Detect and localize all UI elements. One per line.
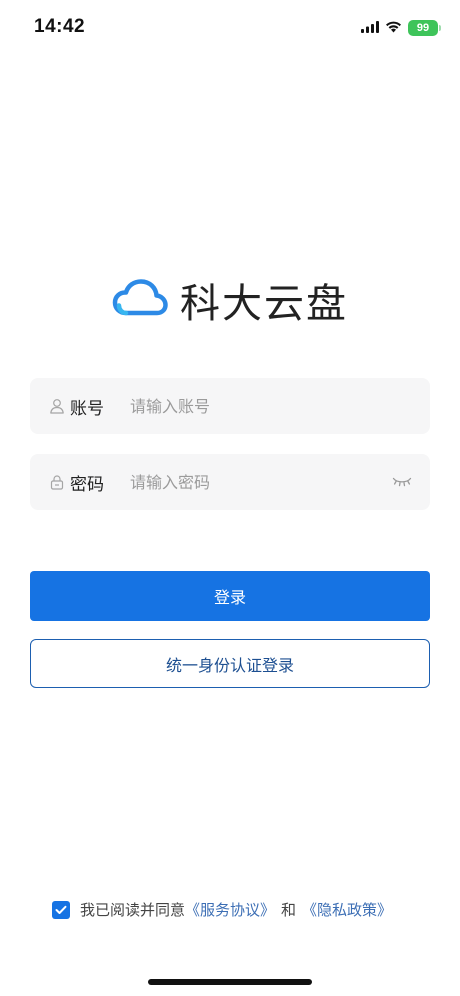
wifi-icon — [385, 18, 402, 37]
account-label: 账号 — [70, 398, 104, 419]
app-name: 科大云盘 — [180, 281, 348, 327]
agreement: 我已阅读并同意 《服务协议》 和 《隐私政策》 — [52, 899, 392, 920]
status-icons: 99 — [361, 18, 441, 37]
agreement-prefix: 我已阅读并同意 — [80, 901, 186, 919]
app-logo: 科大云盘 — [112, 274, 348, 327]
user-icon — [48, 397, 66, 415]
password-label: 密码 — [70, 474, 104, 495]
account-input[interactable] — [128, 395, 430, 417]
eye-closed-icon[interactable] — [390, 472, 414, 492]
signal-icon — [361, 18, 379, 37]
checkmark-icon — [55, 901, 67, 919]
agreement-and: 和 — [281, 901, 297, 919]
cloud-icon — [112, 279, 168, 321]
battery-icon: 99 — [408, 19, 441, 36]
agreement-checkbox[interactable] — [52, 900, 70, 919]
password-field: 密码 — [30, 454, 430, 510]
lock-icon — [48, 473, 66, 491]
home-indicator[interactable] — [148, 979, 312, 985]
account-field: 账号 — [30, 378, 430, 434]
sso-login-button[interactable]: 统一身份认证登录 — [30, 639, 430, 688]
status-bar: 14:42 99 — [0, 0, 460, 54]
password-input[interactable] — [128, 471, 390, 493]
service-agreement-link[interactable]: 《服务协议》 — [185, 899, 275, 920]
privacy-policy-link[interactable]: 《隐私政策》 — [302, 899, 392, 920]
status-time: 14:42 — [34, 16, 86, 37]
login-button[interactable]: 登录 — [30, 571, 430, 621]
